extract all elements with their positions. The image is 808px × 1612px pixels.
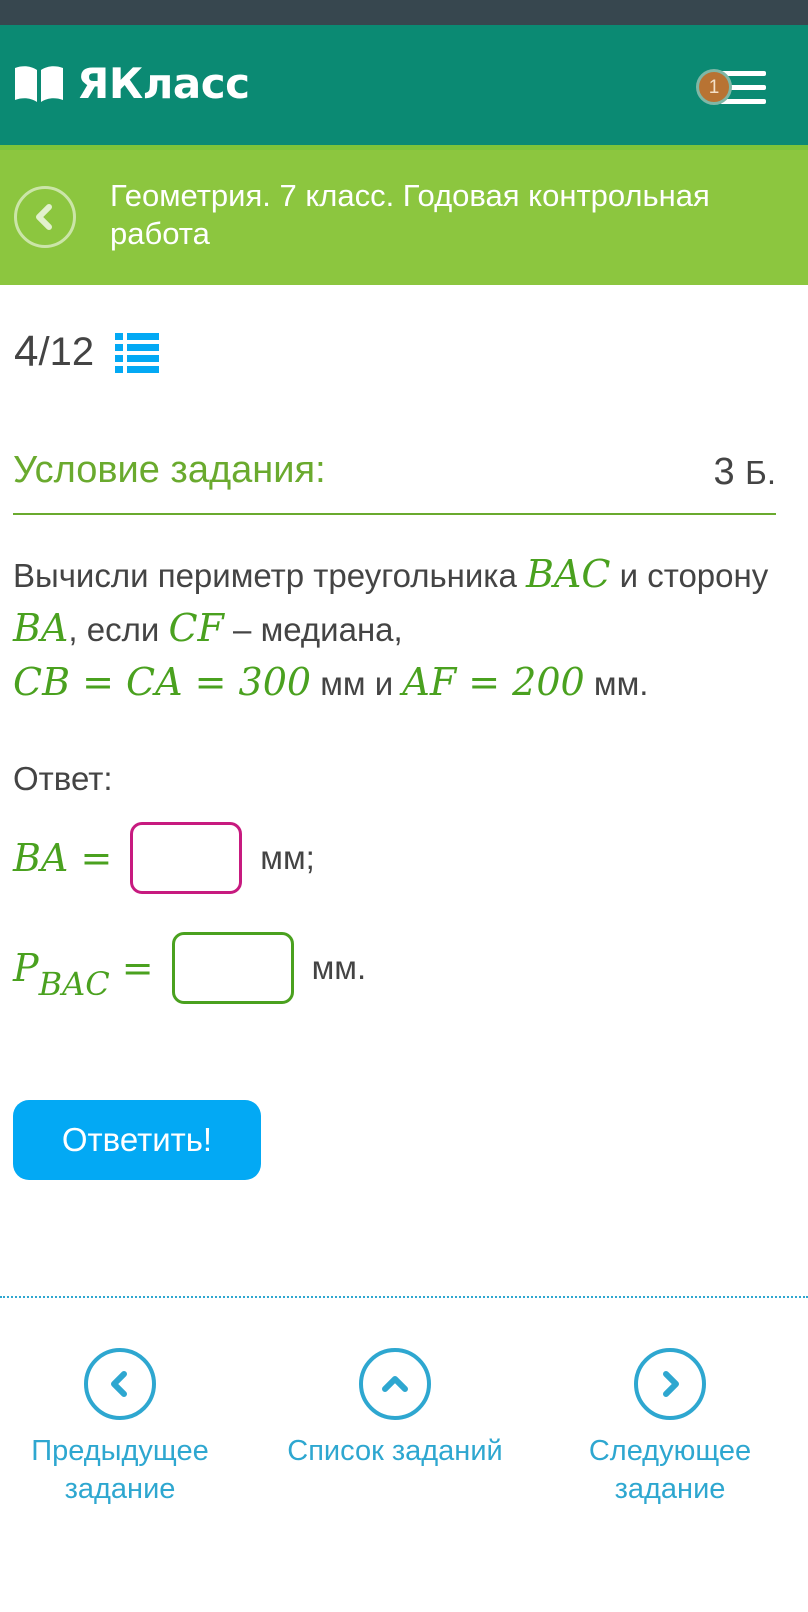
answer-ba-unit: мм; — [260, 839, 315, 876]
logo[interactable]: ЯКласс — [13, 63, 250, 105]
chevron-up-icon — [382, 1376, 408, 1392]
prev-circle — [84, 1348, 156, 1420]
top-bar: ЯКласс 1 — [0, 25, 808, 145]
math-equal-sides: CB = CA = 300 — [13, 660, 312, 704]
answer-label: Ответ: — [13, 760, 113, 797]
answer-perimeter-label: PBAC = — [13, 946, 154, 1003]
nav-next-label: Следующее задание — [588, 1435, 752, 1505]
score-unit: Б. — [745, 454, 776, 491]
math-af-length: AF = 200 — [402, 660, 585, 704]
answer-row-perimeter: PBAC = мм. — [13, 932, 366, 1004]
answer-ba-label: BA = — [13, 836, 113, 880]
book-icon — [15, 66, 63, 102]
task-text-part: Вычисли периметр треугольника — [13, 557, 526, 594]
perimeter-subscript: BAC — [38, 965, 110, 1003]
perimeter-equals: = — [109, 946, 154, 990]
perimeter-symbol: P — [13, 946, 39, 990]
notification-badge: 1 — [696, 69, 732, 105]
task-text-part: , если — [68, 611, 169, 648]
status-bar — [0, 0, 808, 25]
divider — [0, 1296, 808, 1298]
answer-ba-input[interactable] — [130, 822, 243, 894]
list-circle — [359, 1348, 431, 1420]
math-triangle: BAC — [525, 552, 611, 596]
task-text-part: мм и — [311, 665, 403, 702]
next-circle — [634, 1348, 706, 1420]
menu-button[interactable]: 1 — [694, 67, 778, 117]
task-text-part: мм. — [584, 665, 649, 702]
math-median: CF — [168, 606, 224, 650]
nav-prev-label: Предыдущее задание — [31, 1435, 209, 1505]
submit-button[interactable]: Ответить! — [13, 1100, 261, 1180]
condition-header: Условие задания: 3 Б. — [13, 445, 776, 515]
progress-total: /12 — [38, 330, 95, 374]
course-title[interactable]: Геометрия. 7 класс. Годовая контрольная … — [110, 177, 750, 253]
answer-perimeter-unit: мм. — [311, 949, 367, 986]
progress-current: 4 — [14, 327, 39, 376]
answer-row-ba: BA = мм; — [13, 822, 315, 894]
nav-list-label: Список заданий — [287, 1435, 503, 1467]
course-header: Геометрия. 7 класс. Годовая контрольная … — [0, 145, 808, 285]
score: 3 Б. — [713, 451, 776, 494]
back-button[interactable] — [14, 186, 76, 248]
nav-prev-task[interactable]: Предыдущее задание — [0, 1348, 240, 1508]
nav-next-task[interactable]: Следующее задание — [550, 1348, 790, 1508]
task-text-part: и сторону — [610, 557, 769, 594]
nav-task-list[interactable]: Список заданий — [275, 1348, 515, 1470]
score-value: 3 — [713, 451, 735, 493]
task-text-part: – медиана, — [223, 611, 403, 648]
task-list-icon[interactable] — [114, 331, 160, 373]
task-progress: 4 /12 — [14, 330, 160, 374]
condition-title: Условие задания: — [13, 449, 326, 491]
chevron-left-icon — [111, 1371, 127, 1397]
logo-text: ЯКласс — [77, 59, 250, 108]
math-side: BA — [13, 606, 69, 650]
chevron-right-icon — [663, 1371, 679, 1397]
chevron-left-icon — [36, 204, 52, 230]
task-text: Вычисли периметр треугольника BAC и стор… — [13, 548, 783, 710]
answer-perimeter-input[interactable] — [171, 932, 294, 1004]
